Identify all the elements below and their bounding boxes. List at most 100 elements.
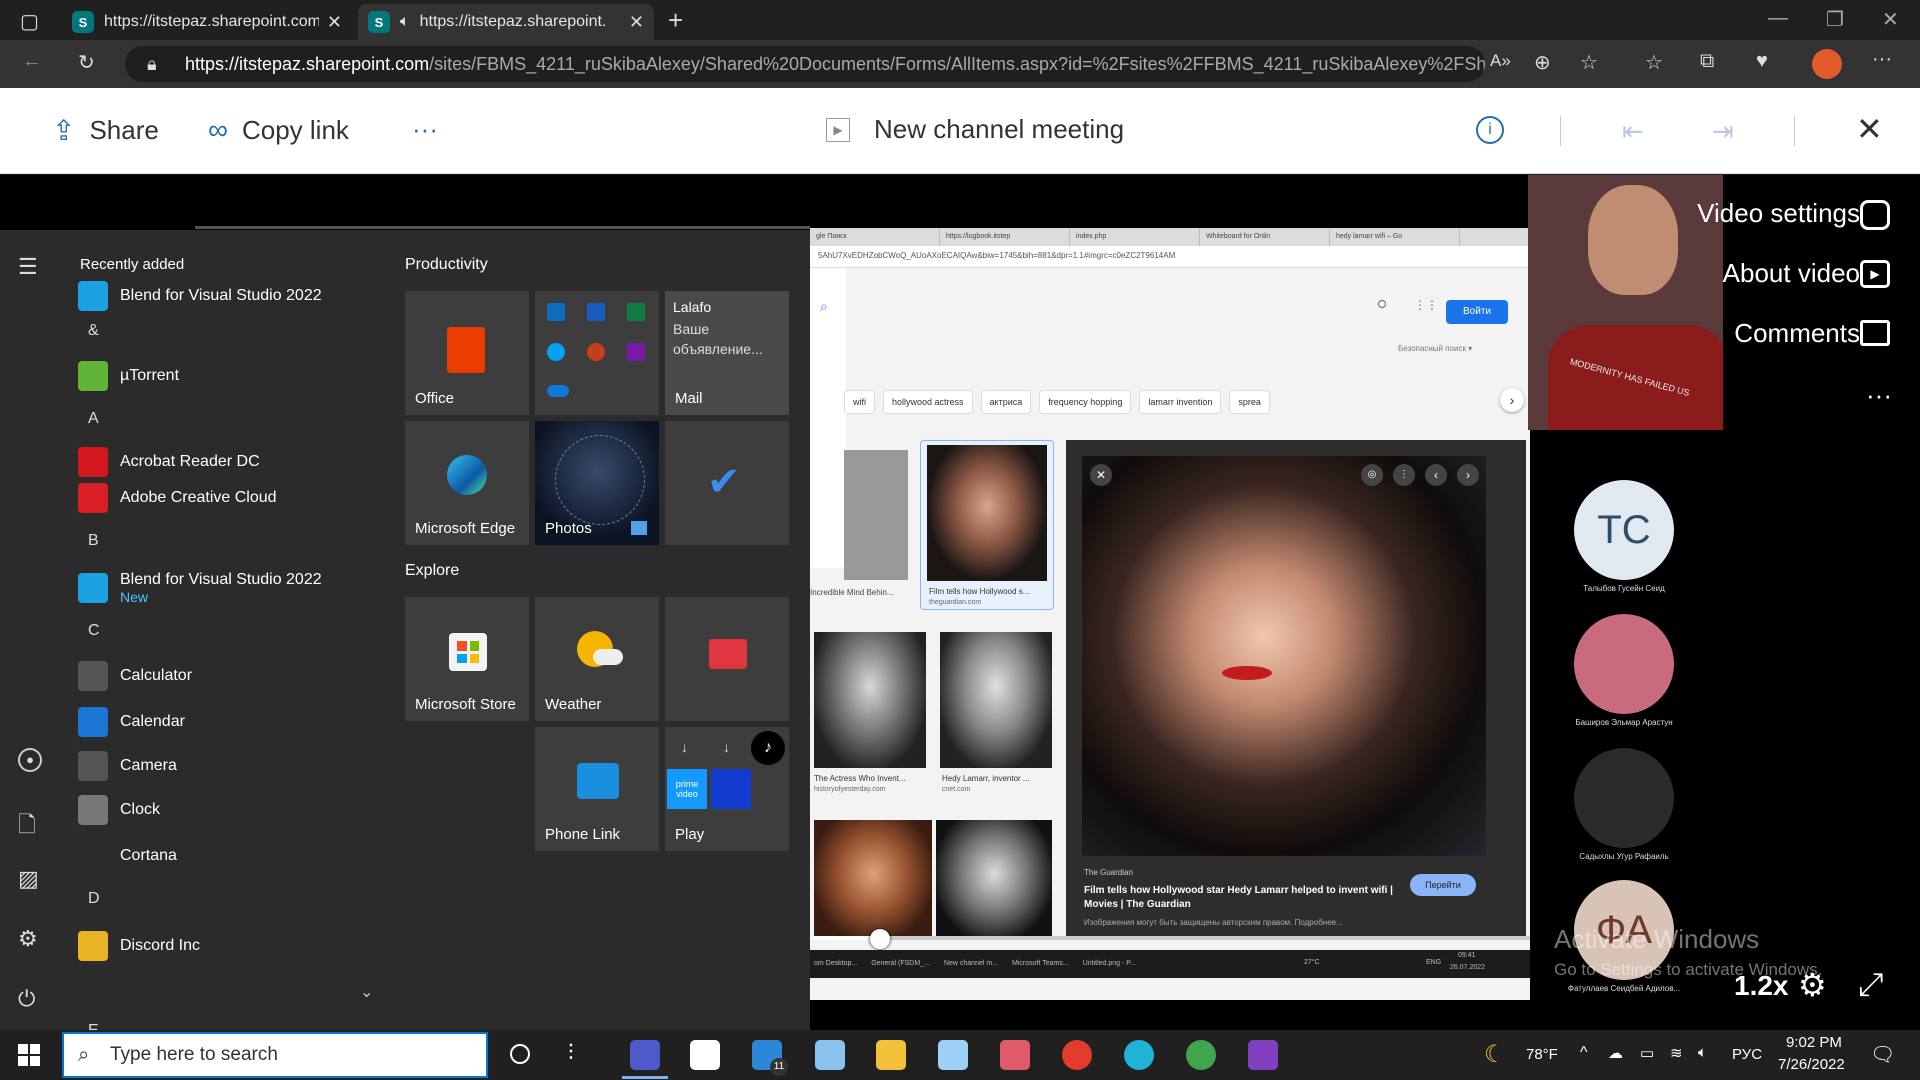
paint3d-icon[interactable] xyxy=(1000,1040,1030,1070)
expand-chevron-icon[interactable]: ⌄ xyxy=(360,982,373,1002)
search-chip[interactable]: актриса xyxy=(980,390,1032,414)
new-tab-icon[interactable]: + xyxy=(668,5,683,36)
speaker-icon[interactable]: 🔈︎ xyxy=(400,13,410,31)
app-list-item[interactable]: Adobe Creative Cloud xyxy=(78,480,277,516)
next-image-icon[interactable]: › xyxy=(1457,464,1479,486)
embedded-taskbar-item[interactable]: Untitled.png - P... xyxy=(1083,950,1136,978)
settings-more-icon[interactable]: ··· xyxy=(1872,48,1892,71)
playback-speed[interactable]: 1.2x xyxy=(1734,970,1789,1002)
fullscreen-icon[interactable]: ⤢ xyxy=(1858,966,1884,1004)
copy-link-button[interactable]: ∞ Copy link xyxy=(208,114,349,146)
favorites-icon[interactable]: ☆ xyxy=(1645,50,1663,75)
tile-edge[interactable]: Microsoft Edge xyxy=(405,421,529,545)
wifi-icon[interactable]: ≋ xyxy=(1670,1044,1683,1062)
mail-icon[interactable]: 11 xyxy=(752,1040,788,1076)
cortana-icon[interactable] xyxy=(510,1044,530,1064)
embedded-tab[interactable]: hedy lamarr wifi – Go xyxy=(1330,228,1460,246)
preview-title[interactable]: Film tells how Hollywood star Hedy Lamar… xyxy=(1084,884,1394,912)
result-image[interactable] xyxy=(936,820,1052,940)
volume-icon[interactable]: 🔈︎ xyxy=(1698,1044,1707,1061)
health-icon[interactable]: ♥ xyxy=(1756,50,1768,73)
embedded-tab[interactable]: gle Поиск xyxy=(810,228,940,246)
play-icon[interactable]: ▶ xyxy=(1860,260,1890,288)
embedded-taskbar-item[interactable]: General (FSDM_... xyxy=(871,950,930,978)
power-icon[interactable]: ⏻ xyxy=(18,986,35,1012)
result-image[interactable] xyxy=(814,632,926,768)
window-close-icon[interactable]: ✕ xyxy=(1882,7,1899,32)
browser-tab-1[interactable]: S https://itstepaz.sharepoint.com/: ✕ xyxy=(62,4,352,40)
participant-avatar[interactable] xyxy=(1574,748,1674,848)
tray-date[interactable]: 7/26/2022 xyxy=(1778,1056,1845,1073)
close-viewer-icon[interactable]: ✕ xyxy=(1856,110,1883,148)
scrub-thumb[interactable] xyxy=(870,929,890,949)
embedded-tab[interactable]: https://logbook.itstep xyxy=(940,228,1070,246)
result-image[interactable] xyxy=(814,820,932,940)
result-image[interactable] xyxy=(940,632,1052,768)
embedded-taskbar-item[interactable]: Microsoft Teams... xyxy=(1012,950,1069,978)
more-icon[interactable]: ⋮ xyxy=(1393,464,1415,486)
result-image[interactable] xyxy=(844,450,908,580)
comments-label[interactable]: Comments xyxy=(1660,318,1860,349)
tray-time[interactable]: 9:02 PM xyxy=(1786,1034,1842,1051)
video-settings-label[interactable]: Video settings xyxy=(1660,198,1860,229)
more-icon[interactable]: ··· xyxy=(1866,380,1892,411)
app-list-item[interactable]: Clock xyxy=(78,792,160,828)
video-settings-icon[interactable] xyxy=(1860,200,1890,230)
app-list-item[interactable]: Blend for Visual Studio 2022 xyxy=(78,278,322,314)
close-preview-icon[interactable]: ✕ xyxy=(1090,464,1112,486)
profile-avatar[interactable] xyxy=(1812,49,1842,79)
file-explorer-icon[interactable] xyxy=(876,1040,906,1070)
embedded-taskbar-item[interactable]: New channel m... xyxy=(944,950,998,978)
user-icon[interactable]: ● xyxy=(18,748,42,772)
settings-gear-icon[interactable]: ⚙ xyxy=(1798,966,1827,1004)
comment-icon[interactable] xyxy=(1860,320,1890,346)
app-list-item[interactable]: Calculator xyxy=(78,658,192,694)
search-chip[interactable]: hollywood actress xyxy=(883,390,973,414)
tile-store[interactable]: Microsoft Store xyxy=(405,597,529,721)
search-chip[interactable]: wifi xyxy=(844,390,875,414)
back-icon[interactable]: ← xyxy=(22,50,42,73)
taskbar-search-input[interactable]: ⌕ Type here to search xyxy=(62,1032,488,1078)
documents-icon[interactable]: 🗋︎ xyxy=(18,808,36,846)
tile-weather[interactable]: Weather xyxy=(535,597,659,721)
more-options-button[interactable]: ··· xyxy=(412,114,438,145)
app-list-item[interactable]: Blend for Visual Studio 2022 New xyxy=(78,570,322,606)
next-icon[interactable]: ⇥ xyxy=(1712,116,1734,147)
tray-chevron-icon[interactable]: ^ xyxy=(1580,1044,1588,1062)
tile-todo[interactable]: ✔ xyxy=(665,421,789,545)
tab-actions-icon[interactable]: ▢ xyxy=(20,9,39,34)
collections-icon[interactable]: ⧉ xyxy=(1700,50,1714,73)
paint-icon[interactable] xyxy=(815,1040,845,1070)
letter-header[interactable]: & xyxy=(88,322,99,340)
search-chip[interactable]: lamarr invention xyxy=(1139,390,1222,414)
preview-image[interactable] xyxy=(1082,456,1486,856)
previous-icon[interactable]: ⇤ xyxy=(1622,116,1644,147)
app-list-item[interactable]: Camera xyxy=(78,748,177,784)
store-icon[interactable] xyxy=(690,1040,720,1070)
signin-button[interactable]: Войти xyxy=(1446,300,1508,324)
chrome-profile-icon[interactable] xyxy=(1186,1040,1216,1070)
tile-office[interactable]: Office xyxy=(405,291,529,415)
weather-moon-icon[interactable]: ☾ xyxy=(1484,1040,1506,1069)
embedded-tab[interactable]: Whiteboard for Onlin xyxy=(1200,228,1330,246)
participant-avatar[interactable]: TC xyxy=(1574,480,1674,580)
tile-phone-link[interactable]: Phone Link xyxy=(535,727,659,851)
notifications-icon[interactable]: 🗨︎ xyxy=(1870,1042,1895,1067)
about-video-label[interactable]: About video xyxy=(1660,258,1860,289)
close-icon[interactable]: ✕ xyxy=(327,12,342,33)
tray-language[interactable]: РУС xyxy=(1732,1046,1762,1063)
chrome-icon[interactable] xyxy=(1062,1040,1092,1070)
zoom-icon[interactable]: ⊕ xyxy=(1534,50,1551,75)
app-list-item[interactable]: Acrobat Reader DC xyxy=(78,444,260,480)
hamburger-icon[interactable]: ☰ xyxy=(18,254,38,280)
app-list-item[interactable]: Calendar xyxy=(78,704,185,740)
letter-header[interactable]: B xyxy=(88,532,99,550)
tile-mail[interactable]: Lalafo Ваше объявление... Mail xyxy=(665,291,789,415)
edge-icon[interactable] xyxy=(1124,1040,1154,1070)
embedded-taskbar-item[interactable]: om Desktop... xyxy=(814,950,857,978)
teams-icon[interactable] xyxy=(630,1040,660,1070)
lens-icon[interactable]: ◎ xyxy=(1361,464,1383,486)
tile-office-apps[interactable] xyxy=(535,291,659,415)
tray-temperature[interactable]: 78°F xyxy=(1526,1046,1558,1063)
task-view-icon[interactable]: ⫶ xyxy=(568,1040,574,1066)
